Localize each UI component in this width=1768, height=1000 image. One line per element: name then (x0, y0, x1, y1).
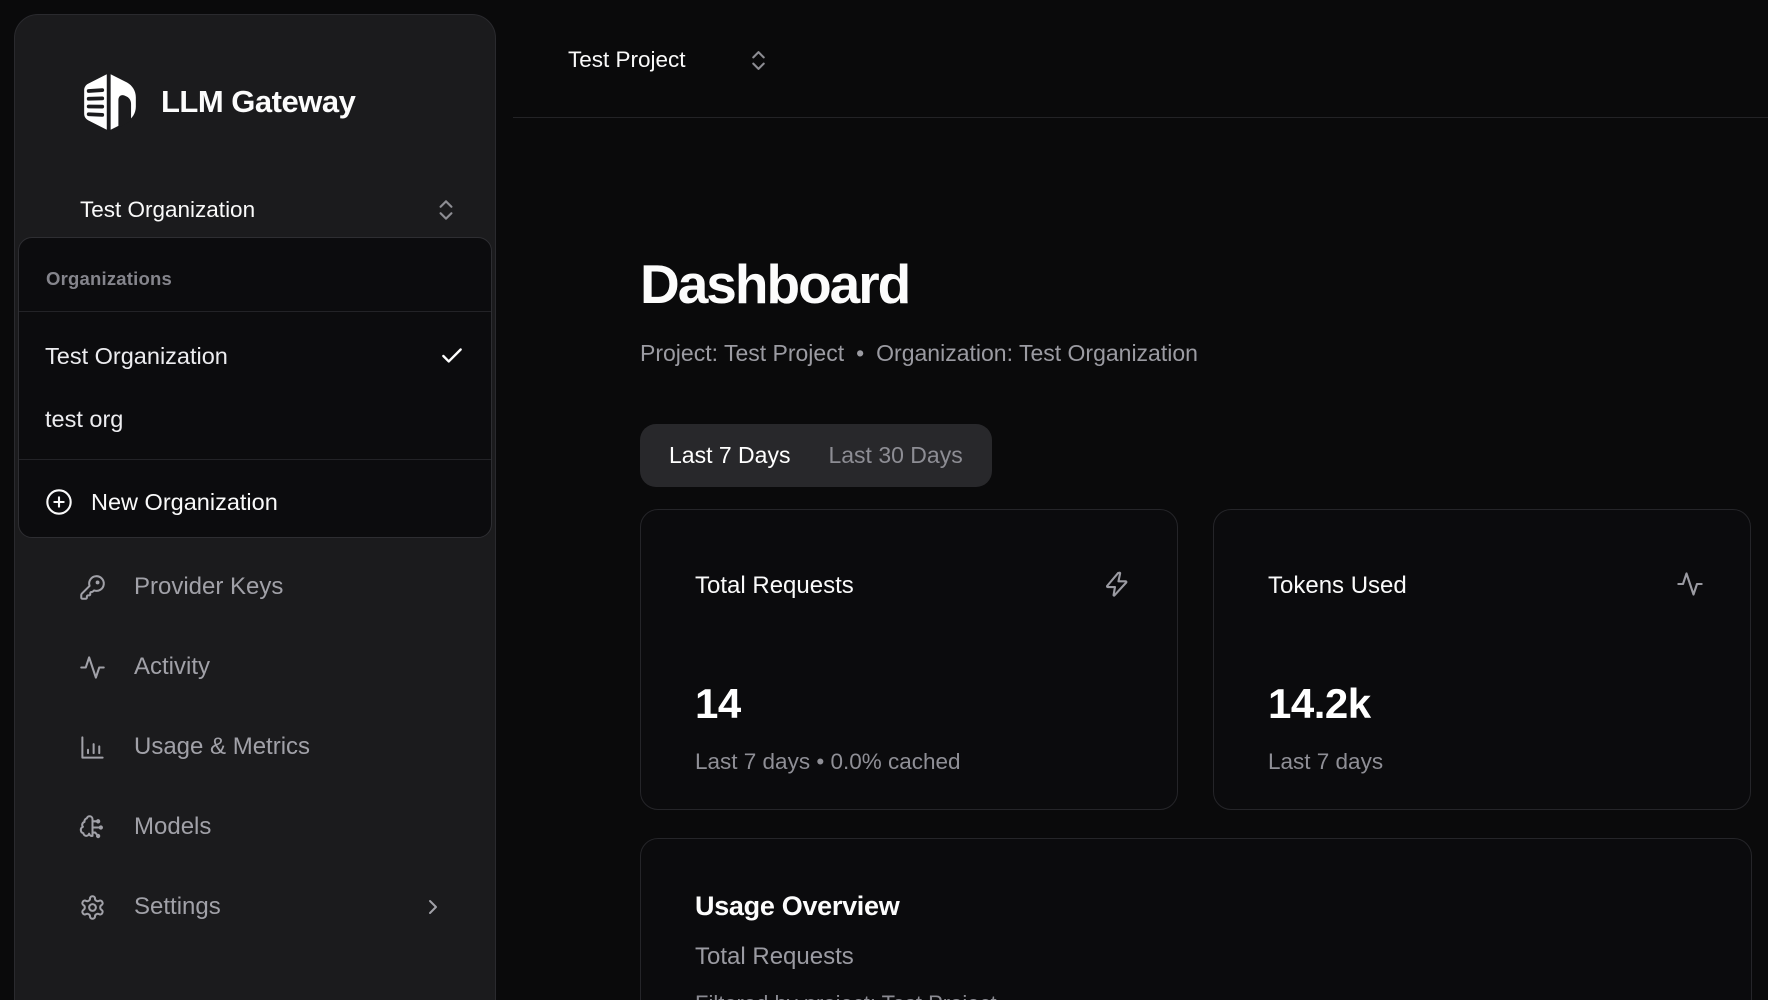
sidebar-item-label: Provider Keys (134, 573, 283, 601)
subtitle-organization: Organization: Test Organization (876, 340, 1198, 367)
stat-card-value: 14.2k (1268, 680, 1371, 728)
tokens-used-card: Tokens Used 14.2k Last 7 days (1213, 509, 1751, 810)
chevron-right-icon (421, 895, 445, 919)
page-subtitle: Project: Test Project • Organization: Te… (640, 339, 1198, 367)
brand-title: LLM Gateway (161, 84, 355, 120)
tab-last-30-days[interactable]: Last 30 Days (828, 442, 962, 469)
org-menu-item-test-org[interactable]: test org (19, 395, 491, 443)
subtitle-project: Project: Test Project (640, 340, 844, 367)
project-selector[interactable]: Test Project (568, 34, 771, 86)
llm-gateway-logo-icon (79, 71, 141, 133)
chevrons-up-down-icon (433, 197, 459, 223)
usage-overview-card: Usage Overview Total Requests Filtered b… (640, 838, 1752, 1000)
date-range-toggle: Last 7 Days Last 30 Days (640, 424, 992, 487)
bar-chart-icon (79, 734, 106, 761)
organization-selector[interactable]: Test Organization (55, 183, 475, 237)
total-requests-card: Total Requests 14 Last 7 days • 0.0% cac… (640, 509, 1178, 810)
new-organization-button[interactable]: New Organization (19, 478, 491, 526)
org-menu-item-label: Test Organization (45, 343, 228, 370)
stat-card-title: Total Requests (695, 572, 854, 600)
sidebar-item-models[interactable]: Models (79, 805, 479, 849)
check-icon (439, 343, 465, 369)
circle-plus-icon (45, 488, 73, 516)
organization-menu-heading: Organizations (46, 264, 172, 294)
chevrons-up-down-icon (746, 48, 771, 73)
sidebar-item-label: Activity (134, 653, 210, 681)
activity-icon (79, 654, 106, 681)
project-selector-value: Test Project (568, 47, 686, 73)
menu-divider (19, 459, 491, 460)
sidebar-item-label: Settings (134, 893, 221, 921)
org-menu-item-test-organization[interactable]: Test Organization (19, 332, 491, 380)
tab-last-7-days[interactable]: Last 7 Days (669, 442, 790, 469)
menu-divider (19, 311, 491, 312)
stat-card-value: 14 (695, 680, 741, 728)
subtitle-bullet: • (856, 340, 864, 367)
header-divider (513, 117, 1768, 118)
org-menu-item-label: test org (45, 406, 123, 433)
page-title: Dashboard (640, 252, 909, 316)
new-organization-label: New Organization (91, 489, 278, 516)
usage-overview-filter-note: Filtered by project: Test Project (695, 991, 997, 1000)
activity-icon (1676, 570, 1704, 598)
sidebar-item-provider-keys[interactable]: Provider Keys (79, 565, 479, 609)
stat-card-subtext: Last 7 days • 0.0% cached (695, 749, 961, 775)
stat-card-subtext: Last 7 days (1268, 749, 1383, 775)
gear-icon (79, 894, 106, 921)
sidebar-item-settings[interactable]: Settings (79, 885, 479, 929)
usage-overview-title: Usage Overview (695, 891, 899, 922)
sidebar-item-activity[interactable]: Activity (79, 645, 479, 689)
usage-overview-subtitle: Total Requests (695, 943, 854, 971)
brain-circuit-icon (79, 814, 106, 841)
organization-selector-value: Test Organization (80, 197, 255, 223)
sidebar-item-label: Usage & Metrics (134, 733, 310, 761)
key-icon (79, 574, 106, 601)
brand: LLM Gateway (79, 67, 355, 137)
zap-icon (1103, 570, 1131, 598)
sidebar-item-label: Models (134, 813, 211, 841)
stat-card-title: Tokens Used (1268, 572, 1407, 600)
sidebar-item-usage-metrics[interactable]: Usage & Metrics (79, 725, 479, 769)
